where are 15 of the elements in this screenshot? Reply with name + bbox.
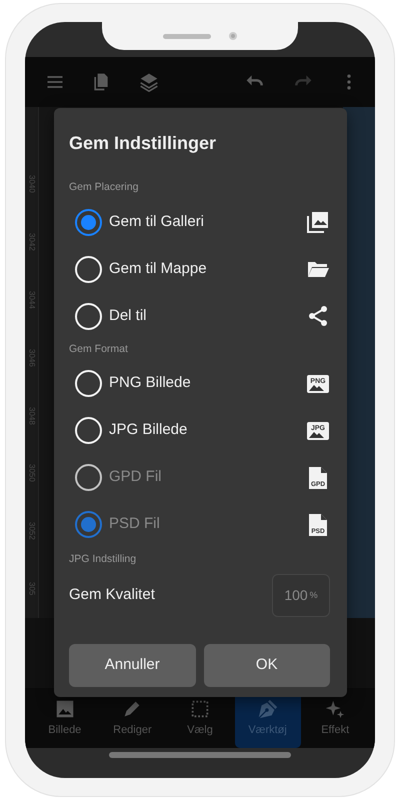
option-label: Del til	[109, 306, 148, 326]
section-heading: Gem Format	[69, 344, 129, 354]
section-heading: Gem Placering	[69, 182, 140, 192]
option-label: Gem til Galleri	[109, 212, 206, 232]
option-label: PSD Fil	[109, 514, 161, 534]
option-label: JPG Billede	[109, 420, 188, 440]
option-label: PNG Billede	[109, 373, 192, 394]
cancel-button[interactable]: Annuller	[69, 644, 196, 687]
ok-button[interactable]: OK	[204, 644, 330, 687]
option-label: GPD Fil	[109, 467, 162, 488]
section-heading: JPG Indstilling	[69, 554, 138, 564]
option-label: Gem til Mappe	[109, 258, 208, 279]
quality-field[interactable]: 100%	[272, 574, 330, 617]
quality-label: Gem Kvalitet	[69, 585, 155, 606]
dialog-title: Gem Indstillinger	[69, 134, 218, 152]
